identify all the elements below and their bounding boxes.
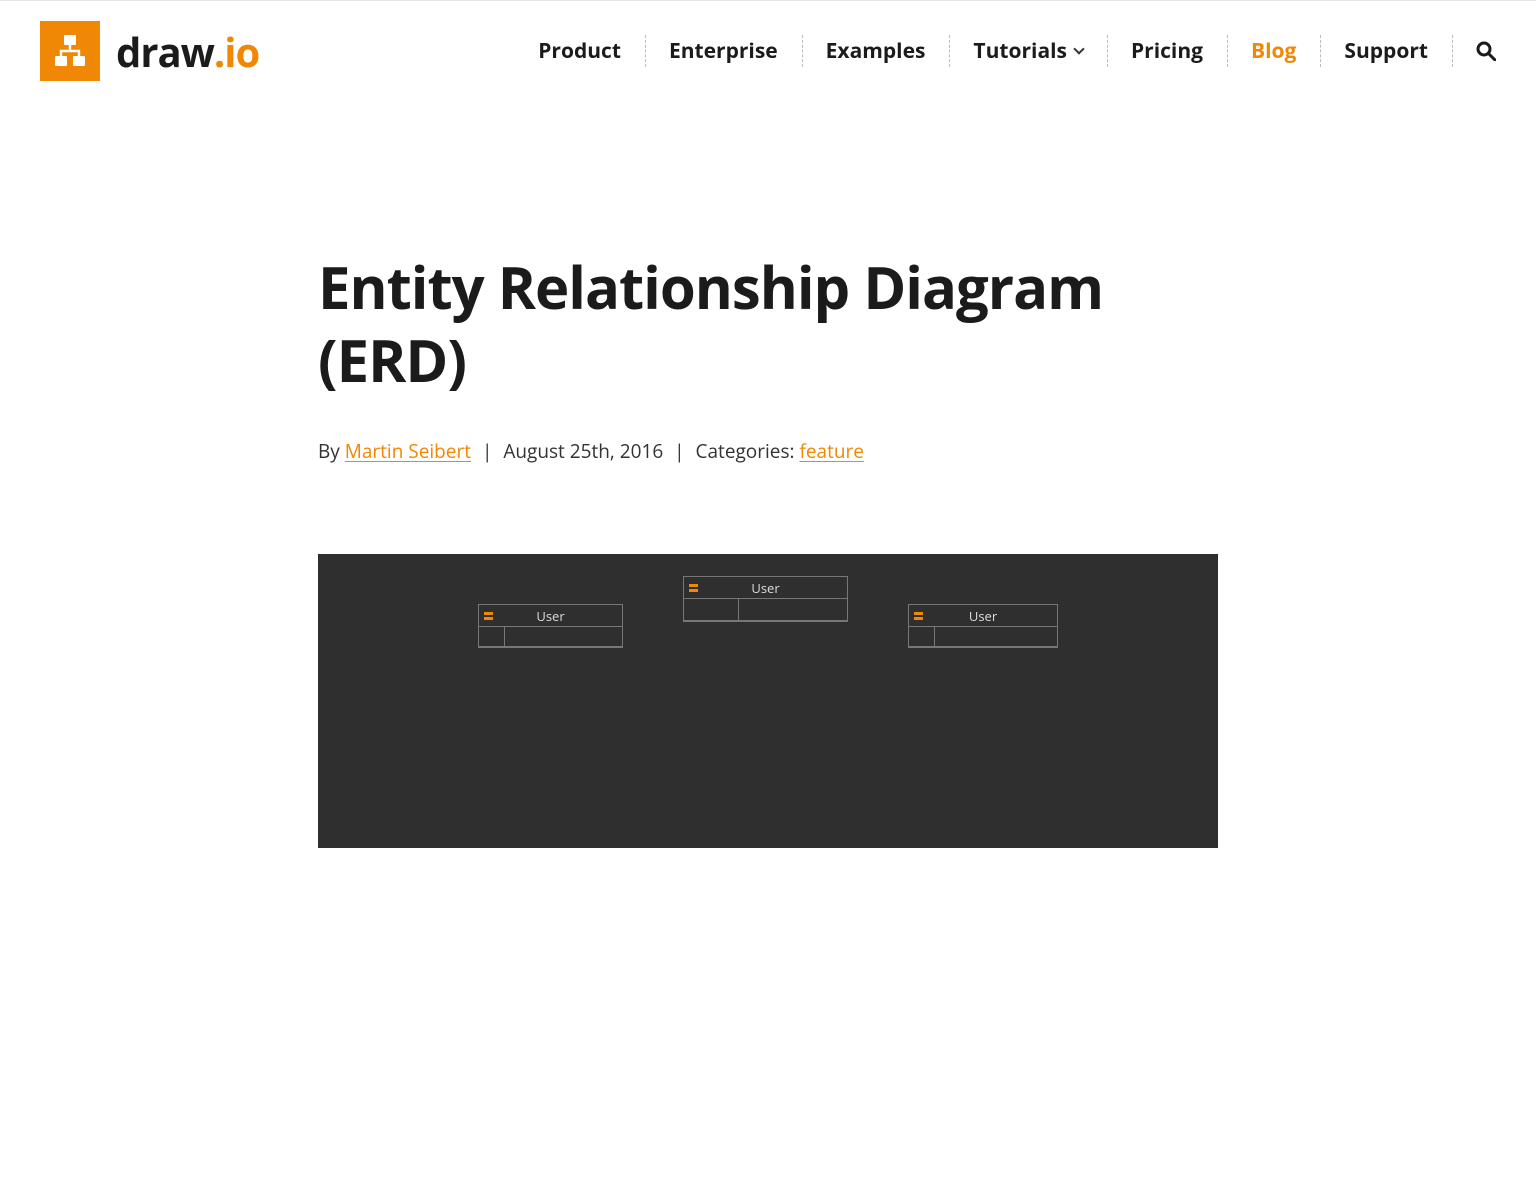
- meta-by-label: By: [318, 438, 345, 464]
- search-button[interactable]: [1452, 37, 1496, 65]
- nav-label: Tutorials: [973, 41, 1067, 62]
- article: Entity Relationship Diagram (ERD) By Mar…: [298, 251, 1238, 848]
- main-nav: Product Enterprise Examples Tutorials Pr…: [514, 37, 1496, 65]
- article-meta: By Martin Seibert | August 25th, 2016 | …: [318, 438, 1218, 464]
- meta-separator: |: [674, 438, 684, 464]
- entity-icon: [689, 584, 698, 592]
- nav-item-tutorials[interactable]: Tutorials: [949, 37, 1107, 65]
- nav-label: Enterprise: [669, 41, 778, 62]
- nav-item-examples[interactable]: Examples: [802, 37, 950, 65]
- nav-item-blog[interactable]: Blog: [1227, 37, 1320, 65]
- nav-label: Blog: [1251, 41, 1296, 62]
- meta-date: August 25th, 2016: [503, 438, 663, 464]
- entity-icon: [484, 612, 493, 620]
- erd-entity-card: User: [683, 576, 848, 622]
- nav-label: Product: [538, 41, 621, 62]
- nav-item-support[interactable]: Support: [1320, 37, 1452, 65]
- article-title: Entity Relationship Diagram (ERD): [318, 251, 1218, 396]
- erd-entity-card: User: [908, 604, 1058, 648]
- meta-categories-label: Categories:: [696, 438, 800, 464]
- erd-entity-title: User: [751, 579, 779, 597]
- nav-label: Pricing: [1131, 41, 1203, 62]
- brand-logo[interactable]: draw.io: [40, 21, 259, 81]
- brand-logo-icon: [40, 21, 100, 81]
- erd-entity-title: User: [969, 607, 997, 625]
- erd-entity-card: User: [478, 604, 623, 648]
- erd-entity-header: User: [479, 605, 622, 627]
- site-header: draw.io Product Enterprise Examples Tuto…: [0, 1, 1536, 101]
- author-link[interactable]: Martin Seibert: [345, 438, 471, 464]
- brand-logo-text: draw.io: [116, 24, 259, 79]
- erd-entity-header: User: [909, 605, 1057, 627]
- nav-item-enterprise[interactable]: Enterprise: [645, 37, 802, 65]
- nav-item-product[interactable]: Product: [514, 37, 645, 65]
- category-link[interactable]: feature: [799, 438, 863, 464]
- chevron-down-icon: [1073, 43, 1084, 54]
- search-icon: [1476, 41, 1496, 61]
- nav-item-pricing[interactable]: Pricing: [1107, 37, 1227, 65]
- erd-row: [479, 627, 622, 647]
- nav-label: Examples: [826, 41, 926, 62]
- entity-icon: [914, 612, 923, 620]
- page: draw.io Product Enterprise Examples Tuto…: [0, 0, 1536, 1200]
- erd-entity-header: User: [684, 577, 847, 599]
- erd-row: [909, 627, 1057, 647]
- article-figure: User User User: [318, 554, 1218, 848]
- erd-row: [684, 599, 847, 621]
- nav-label: Support: [1344, 41, 1428, 62]
- erd-entity-title: User: [536, 607, 564, 625]
- meta-separator: |: [482, 438, 492, 464]
